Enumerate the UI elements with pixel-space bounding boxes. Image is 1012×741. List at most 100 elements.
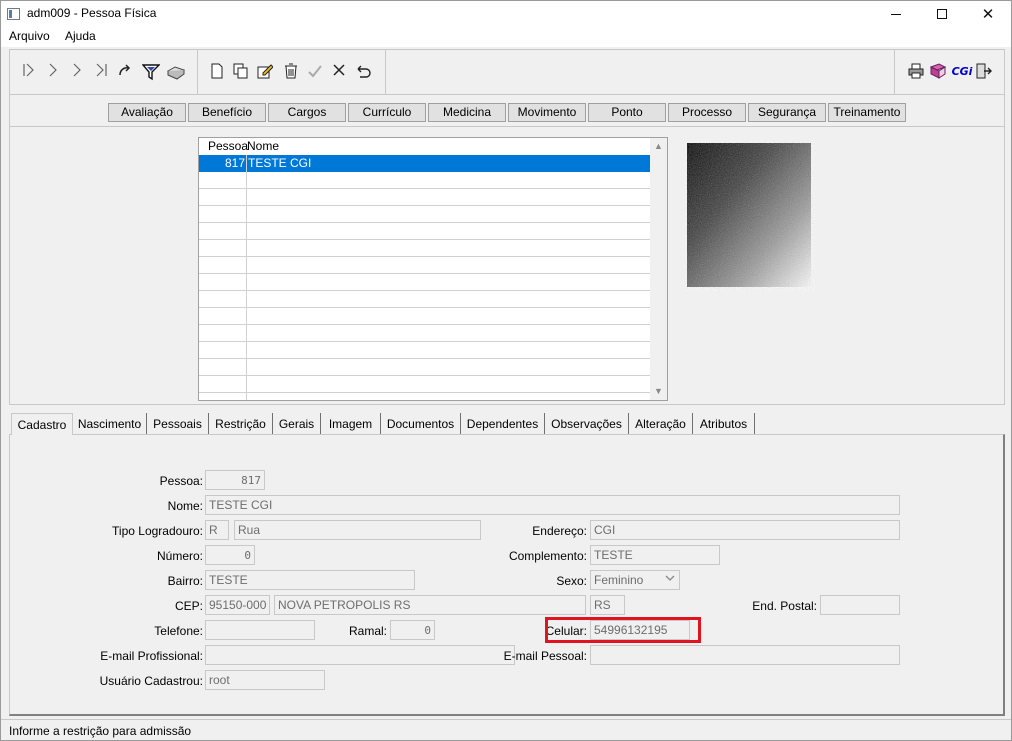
copy-icon[interactable] — [232, 63, 250, 81]
celular-highlight-box — [545, 617, 701, 643]
empty-row[interactable] — [199, 257, 651, 274]
delete-icon[interactable] — [282, 63, 300, 81]
module-movimento-button[interactable]: Movimento — [508, 103, 586, 122]
empty-row[interactable] — [199, 189, 651, 206]
exit-icon[interactable] — [975, 63, 993, 81]
empty-row[interactable] — [199, 274, 651, 291]
toolbar: CGi — [9, 49, 1005, 95]
sexo-value: Feminino — [594, 573, 644, 587]
tab-gerais[interactable]: Gerais — [273, 413, 321, 435]
previous-record-icon[interactable] — [44, 63, 62, 81]
sexo-select[interactable]: Feminino — [590, 570, 680, 590]
clear-filter-icon[interactable] — [166, 63, 186, 81]
empty-row[interactable] — [199, 291, 651, 308]
cgi-logo[interactable]: CGi — [951, 63, 973, 81]
cidade-field[interactable]: NOVA PETROPOLIS RS — [274, 595, 586, 615]
grid-vertical-scrollbar[interactable]: ▲ ▼ — [650, 138, 667, 400]
empty-row[interactable] — [199, 206, 651, 223]
cep-field[interactable]: 95150-000 — [205, 595, 270, 615]
title-bar: adm009 - Pessoa Física ✕ — [1, 1, 1011, 27]
module-avaliacao-button[interactable]: Avaliação — [108, 103, 186, 122]
empty-row[interactable] — [199, 240, 651, 257]
end-postal-field[interactable] — [820, 595, 900, 615]
grid-header: Pessoa Nome — [199, 138, 651, 155]
email-profissional-field[interactable] — [205, 645, 515, 665]
tab-cadastro[interactable]: Cadastro — [11, 413, 73, 435]
tab-nascimento[interactable]: Nascimento — [73, 413, 147, 435]
empty-row[interactable] — [199, 359, 651, 376]
column-separator — [246, 155, 247, 400]
filter-icon[interactable] — [141, 63, 161, 81]
empty-row[interactable] — [199, 308, 651, 325]
menu-arquivo[interactable]: Arquivo — [9, 29, 50, 43]
scroll-up-icon[interactable]: ▲ — [650, 138, 667, 155]
window-title: adm009 - Pessoa Física — [27, 6, 157, 20]
chevron-down-icon[interactable] — [665, 573, 675, 586]
usuario-cadastrou-field[interactable]: root — [205, 670, 325, 690]
menu-ajuda[interactable]: Ajuda — [65, 29, 96, 43]
person-photo[interactable] — [685, 141, 815, 291]
bairro-label: Bairro: — [167, 574, 203, 588]
empty-row[interactable] — [199, 325, 651, 342]
scroll-down-icon[interactable]: ▼ — [650, 383, 667, 400]
module-seguranca-button[interactable]: Segurança — [748, 103, 826, 122]
empty-row[interactable] — [199, 376, 651, 393]
print-icon[interactable] — [907, 63, 925, 81]
tab-dependentes[interactable]: Dependentes — [461, 413, 545, 435]
cancel-icon[interactable] — [330, 63, 348, 81]
app-icon — [7, 8, 20, 20]
module-beneficio-button[interactable]: Benefício — [188, 103, 266, 122]
telefone-field[interactable] — [205, 620, 315, 640]
tab-observacoes[interactable]: Observações — [545, 413, 629, 435]
empty-row[interactable] — [199, 342, 651, 359]
tab-imagem[interactable]: Imagem — [321, 413, 381, 435]
tab-restricao[interactable]: Restrição — [209, 413, 273, 435]
module-buttons-row: Avaliação Benefício Cargos Currículo Med… — [9, 95, 1005, 127]
tab-atributos[interactable]: Atributos — [693, 413, 755, 435]
tipo-logradouro-code-field[interactable]: R — [205, 520, 229, 540]
close-button[interactable]: ✕ — [965, 1, 1011, 27]
module-ponto-button[interactable]: Ponto — [588, 103, 666, 122]
module-medicina-button[interactable]: Medicina — [428, 103, 506, 122]
edit-group — [198, 50, 386, 94]
pessoa-field[interactable]: 817 — [205, 470, 265, 490]
uf-field[interactable]: RS — [590, 595, 625, 615]
numero-field[interactable]: 0 — [205, 545, 255, 565]
empty-row[interactable] — [199, 172, 651, 189]
minimize-button[interactable] — [873, 1, 919, 27]
column-header-pessoa[interactable]: Pessoa — [208, 139, 248, 153]
endereco-field[interactable]: CGI — [590, 520, 900, 540]
module-cargos-button[interactable]: Cargos — [268, 103, 346, 122]
refresh-icon[interactable] — [116, 63, 134, 81]
confirm-icon[interactable] — [306, 63, 324, 81]
edit-icon[interactable] — [256, 63, 274, 81]
empty-row[interactable] — [199, 223, 651, 240]
new-icon[interactable] — [208, 63, 226, 81]
minimize-icon — [891, 13, 901, 15]
status-text: Informe a restrição para admissão — [9, 724, 192, 738]
tab-alteracao[interactable]: Alteração — [629, 413, 693, 435]
first-record-icon[interactable] — [20, 63, 38, 81]
right-tools-group: CGi — [894, 50, 1004, 94]
tab-pessoais[interactable]: Pessoais — [147, 413, 209, 435]
table-row[interactable]: 817 TESTE CGI — [199, 155, 651, 172]
module-processo-button[interactable]: Processo — [668, 103, 746, 122]
complemento-field[interactable]: TESTE — [590, 545, 720, 565]
ramal-label: Ramal: — [348, 624, 387, 638]
ramal-field[interactable]: 0 — [390, 620, 435, 640]
tab-documentos[interactable]: Documentos — [381, 413, 461, 435]
book-icon[interactable] — [929, 63, 947, 81]
next-record-icon[interactable] — [68, 63, 86, 81]
maximize-button[interactable] — [919, 1, 965, 27]
email-pessoal-field[interactable] — [590, 645, 900, 665]
module-treinamento-button[interactable]: Treinamento — [828, 103, 906, 122]
person-grid[interactable]: Pessoa Nome 817 TESTE CGI ▲ ▼ — [198, 137, 668, 401]
undo-icon[interactable] — [354, 63, 372, 81]
column-header-nome[interactable]: Nome — [247, 139, 279, 153]
bairro-field[interactable]: TESTE — [205, 570, 415, 590]
module-curriculo-button[interactable]: Currículo — [348, 103, 426, 122]
tipo-logradouro-field[interactable]: Rua — [234, 520, 481, 540]
last-record-icon[interactable] — [92, 63, 110, 81]
nome-label: Nome: — [167, 499, 203, 513]
nome-field[interactable]: TESTE CGI — [205, 495, 900, 515]
